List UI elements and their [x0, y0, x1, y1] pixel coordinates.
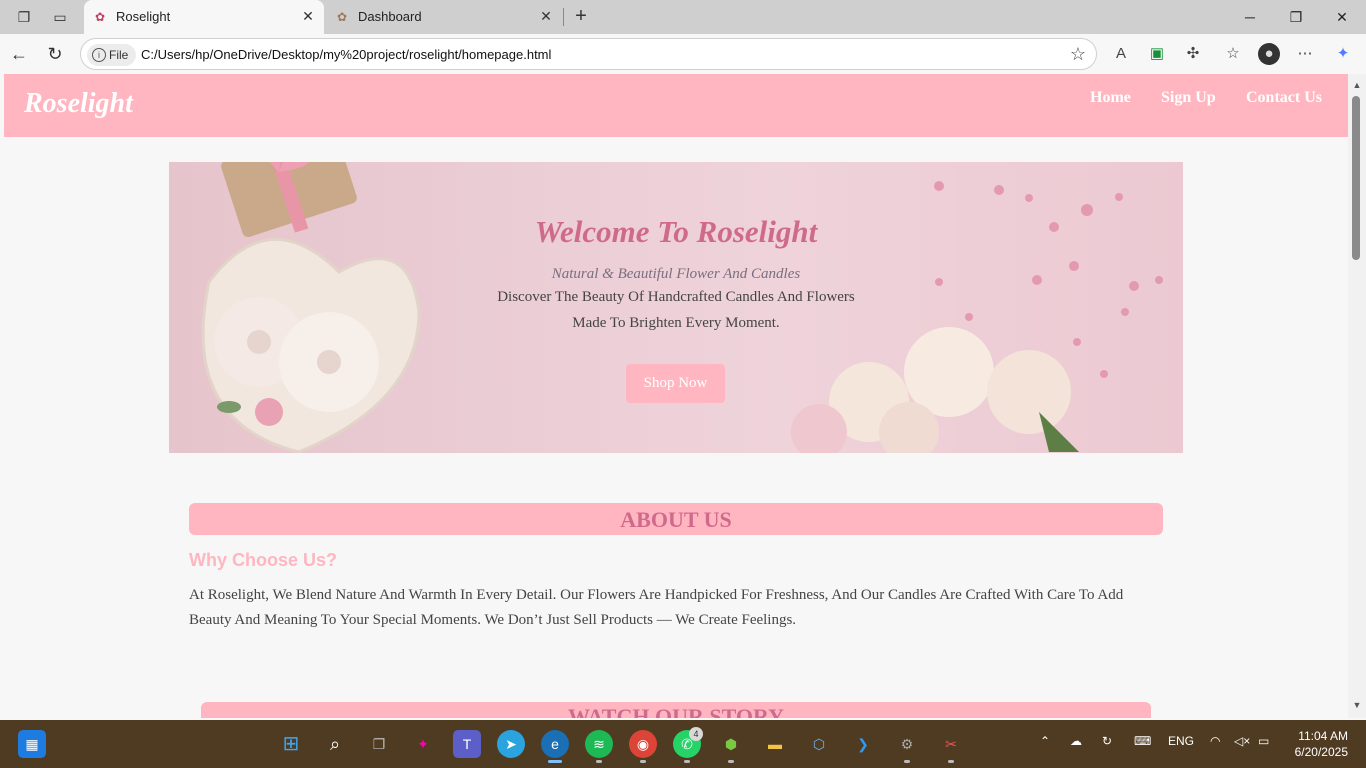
copilot-app-icon[interactable]: ✦ [409, 730, 437, 758]
show-hidden-icons-chevron-icon[interactable]: ⌃ [1040, 734, 1050, 748]
chrome-icon[interactable]: ◉ [629, 730, 657, 758]
running-indicator [596, 760, 602, 763]
telegram-icon[interactable]: ➤ [497, 730, 525, 758]
language-indicator[interactable]: ENG [1168, 734, 1194, 748]
widgets-icon[interactable]: ▦ [18, 730, 46, 758]
watch-our-story-heading: WATCH OUR STORY [201, 702, 1151, 718]
site-info-button[interactable]: i File [87, 44, 137, 66]
page-scrollbar[interactable]: ▲ ▼ [1348, 74, 1366, 718]
shop-now-button[interactable]: Shop Now [626, 364, 725, 403]
running-indicator [684, 760, 690, 763]
favorites-icon[interactable]: ☆ [1222, 43, 1244, 65]
scroll-down-arrow-icon[interactable]: ▼ [1352, 700, 1362, 710]
tab-divider [563, 8, 564, 26]
running-indicator [640, 760, 646, 763]
page-viewport: Roselight Home Sign Up Contact Us Welcom… [4, 74, 1348, 718]
copilot-icon[interactable]: ✦ [1332, 43, 1354, 65]
extension-green-icon[interactable]: ▣ [1146, 43, 1168, 65]
scrollbar-thumb[interactable] [1352, 96, 1360, 260]
why-choose-us-heading: Why Choose Us? [189, 550, 338, 570]
clock-date: 6/20/2025 [1294, 745, 1348, 759]
about-us-heading: ABOUT US [189, 503, 1163, 535]
more-menu-icon[interactable]: ⋯ [1294, 43, 1316, 65]
task-view-icon[interactable]: ❐ [365, 730, 393, 758]
settings-gear-icon[interactable]: ⚙ [893, 730, 921, 758]
address-toolbar: ← ↻ i File C:/Users/hp/OneDrive/Desktop/… [0, 34, 1366, 74]
start-button-icon[interactable]: ⊞ [277, 730, 305, 758]
close-tab-icon[interactable]: ✕ [300, 8, 316, 24]
address-bar[interactable]: i File C:/Users/hp/OneDrive/Desktop/my%2… [80, 38, 1097, 70]
onedrive-icon[interactable]: ☁ [1070, 734, 1082, 748]
running-indicator [904, 760, 910, 763]
tab-title: Roselight [116, 9, 171, 24]
vscode-icon[interactable]: ❯ [849, 730, 877, 758]
file-explorer-icon[interactable]: ▬ [761, 730, 789, 758]
app-cube-icon[interactable]: ⬢ [717, 730, 745, 758]
browser-tab-bar: ❐ ▭ ✿ Roselight ✕ ✿ Dashboard ✕ + ─ ❐ ✕ [0, 0, 1366, 34]
clock[interactable]: 11:04 AM 6/20/2025 [1295, 728, 1348, 760]
read-aloud-icon[interactable]: A [1110, 43, 1132, 65]
hero-title: Welcome To Roselight [534, 214, 818, 249]
new-tab-button[interactable]: + [570, 5, 592, 27]
update-icon[interactable]: ↻ [1102, 734, 1112, 748]
close-window-button[interactable]: ✕ [1330, 6, 1354, 28]
running-indicator [948, 760, 954, 763]
site-header: Roselight Home Sign Up Contact Us [4, 74, 1348, 137]
restore-button[interactable]: ❐ [1284, 6, 1308, 28]
virtualbox-icon[interactable]: ⬡ [805, 730, 833, 758]
rose-favicon-icon: ✿ [94, 10, 106, 24]
search-icon[interactable]: ⌕ [321, 730, 349, 758]
wifi-icon[interactable]: ◠ [1210, 734, 1220, 748]
favorite-star-icon[interactable]: ☆ [1070, 44, 1086, 65]
nav-home[interactable]: Home [1090, 89, 1131, 107]
edge-icon[interactable]: e [541, 730, 569, 758]
extensions-puzzle-icon[interactable]: ✣ [1182, 43, 1204, 65]
volume-muted-icon[interactable]: ◁× [1234, 734, 1250, 748]
clock-time: 11:04 AM [1298, 729, 1348, 743]
url-text[interactable]: C:/Users/hp/OneDrive/Desktop/my%20projec… [141, 47, 551, 62]
windows-taskbar: ▦ ⊞ ⌕ ❐ ✦ T ➤ e ≋ ◉ ✆ ⬢ ▬ ⬡ ❯ ⚙ ✂ ⌃ ☁ ↻ … [0, 720, 1366, 768]
running-indicator [728, 760, 734, 763]
nav-contact-us[interactable]: Contact Us [1246, 89, 1322, 107]
tab-roselight[interactable]: ✿ Roselight ✕ [84, 0, 324, 34]
info-icon: i [92, 48, 106, 62]
keyboard-icon[interactable]: ⌨ [1134, 734, 1151, 748]
edge-active-indicator [548, 760, 562, 763]
reload-button[interactable]: ↻ [44, 43, 66, 65]
minimize-button[interactable]: ─ [1238, 6, 1262, 28]
tab-dashboard[interactable]: ✿ Dashboard ✕ [326, 0, 562, 34]
profile-avatar[interactable]: ● [1258, 43, 1280, 65]
file-label: File [109, 48, 129, 62]
teams-icon[interactable]: T [453, 730, 481, 758]
tab-actions-icon[interactable]: ▭ [50, 7, 70, 27]
site-brand[interactable]: Roselight [24, 88, 133, 120]
scroll-up-arrow-icon[interactable]: ▲ [1352, 80, 1362, 90]
hero-subtitle: Natural & Beautiful Flower And Candles [551, 266, 801, 282]
hero-description: Discover The Beauty Of Handcrafted Candl… [497, 289, 855, 331]
about-us-text: At Roselight, We Blend Nature And Warmth… [189, 587, 1124, 628]
spotify-icon[interactable]: ≋ [585, 730, 613, 758]
workspaces-icon[interactable]: ❐ [14, 7, 34, 27]
back-button[interactable]: ← [8, 43, 30, 65]
snipping-tool-icon[interactable]: ✂ [937, 730, 965, 758]
tab-title: Dashboard [358, 9, 422, 24]
battery-icon[interactable]: ▭ [1258, 734, 1269, 748]
hero-banner: Welcome To Roselight Natural & Beautiful… [169, 162, 1183, 453]
whatsapp-notification-badge: 4 [689, 727, 703, 741]
dashboard-favicon-icon: ✿ [336, 10, 348, 24]
close-tab-icon[interactable]: ✕ [538, 8, 554, 24]
nav-sign-up[interactable]: Sign Up [1161, 89, 1216, 107]
